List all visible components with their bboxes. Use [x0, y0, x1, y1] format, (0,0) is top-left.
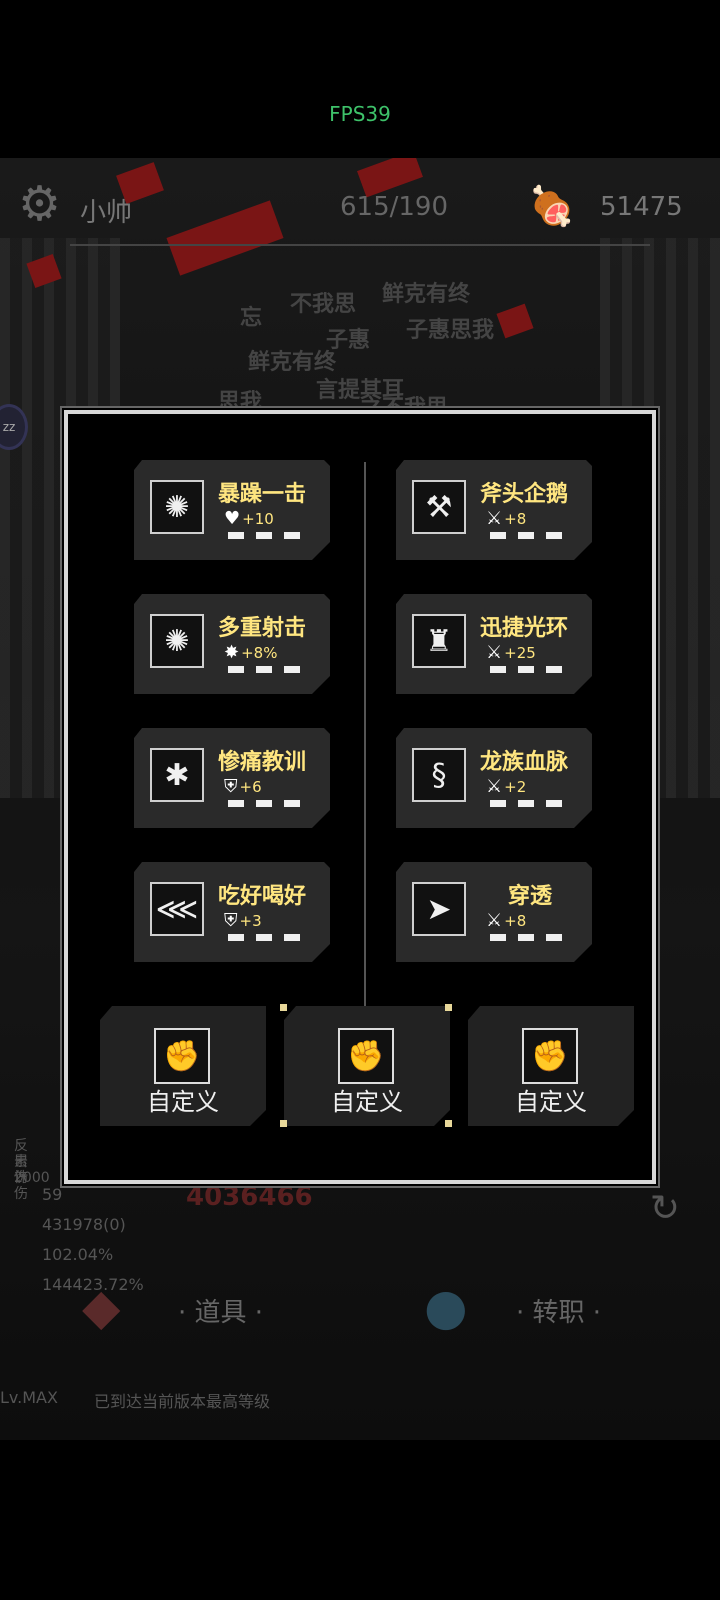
bear-icon: ●: [424, 1278, 468, 1336]
crystal-icon: ◆: [82, 1278, 121, 1336]
fist-icon: ✊: [154, 1028, 210, 1084]
float-text: 忘: [240, 306, 263, 331]
skill-card[interactable]: § 龙族血脉 ⚔ +2: [396, 728, 592, 828]
skill-name: 吃好喝好: [218, 884, 307, 909]
player-name: 小帅: [80, 198, 133, 228]
skill-bonus-value: +10: [242, 510, 274, 528]
skill-name: 龙族血脉: [480, 750, 569, 775]
skill-level-dashes: [228, 666, 300, 673]
level-message: 已到达当前版本最高等级: [94, 1392, 271, 1411]
skill-card[interactable]: ⚒ 斧头企鹅 ⚔ +8: [396, 460, 592, 560]
custom-slot-1[interactable]: ✊ 自定义: [100, 1006, 266, 1126]
skill-card[interactable]: ➤ 穿透 ⚔ +8: [396, 862, 592, 962]
skill-level-dashes: [490, 800, 562, 807]
skill-card[interactable]: ♜ 迅捷光环 ⚔ +25: [396, 594, 592, 694]
skill-bonus: ⛨ +6: [224, 776, 262, 797]
shield-icon: ⛨: [224, 776, 238, 797]
skill-dialog: ✺ 暴躁一击 ♥ +10 ✺ 多重射击 ✸ +8% ✱ 惨痛教训 ⛨ +6 ⋘ 吃好喝…: [64, 410, 656, 1184]
skill-name: 惨痛教训: [218, 750, 307, 775]
sword-icon: ⚔: [486, 776, 503, 797]
bottom-nav: ◆ · 道具 · ● · 转职 ·: [0, 1258, 720, 1368]
skill-card[interactable]: ✱ 惨痛教训 ⛨ +6: [134, 728, 330, 828]
fishbone-icon: ⋘: [150, 882, 204, 936]
top-hud: ⚙ 小帅 615/190 🍖 51475: [0, 158, 720, 258]
skill-bonus: ⚔ +8: [486, 508, 526, 529]
selection-corner: [280, 1004, 287, 1011]
red-block: [496, 303, 534, 339]
gear-icon[interactable]: ⚙: [18, 180, 61, 228]
burst-icon: ✺: [150, 614, 204, 668]
skill-bonus: ✸ +8%: [224, 642, 277, 663]
skill-name: 暴躁一击: [218, 482, 307, 507]
strongman-icon: ♜: [412, 614, 466, 668]
sword-icon: ⚔: [486, 508, 503, 529]
skill-bonus: ⚔ +2: [486, 776, 526, 797]
skill-bonus-value: +6: [239, 778, 262, 796]
skill-bonus-value: +2: [504, 778, 527, 796]
skill-bonus: ⛨ +3: [224, 910, 262, 931]
hud-divider: [70, 244, 650, 246]
custom-slot-3[interactable]: ✊ 自定义: [468, 1006, 634, 1126]
gold-counter: 51475: [600, 192, 683, 222]
meat-icon: 🍖: [528, 184, 576, 228]
hp-counter: 615/190: [340, 192, 449, 222]
skill-level-dashes: [228, 934, 300, 941]
float-text: 不我思: [290, 292, 357, 317]
fps-counter: FPS39: [329, 102, 391, 126]
dialog-divider: [364, 462, 366, 1007]
arrowhead-icon: ➤: [412, 882, 466, 936]
skill-card[interactable]: ✺ 暴躁一击 ♥ +10: [134, 460, 330, 560]
float-text: 鲜克有终: [382, 282, 471, 307]
burst-icon: ✺: [150, 480, 204, 534]
custom-slot-2[interactable]: ✊ 自定义: [284, 1006, 450, 1126]
selection-corner: [445, 1004, 452, 1011]
skill-name: 斧头企鹅: [480, 482, 569, 507]
skill-level-dashes: [490, 934, 562, 941]
skill-bonus: ♥ +10: [224, 508, 274, 529]
level-label: Lv.MAX: [0, 1388, 58, 1407]
selection-corner: [445, 1120, 452, 1127]
skill-bonus-value: +3: [239, 912, 262, 930]
skill-name: 穿透: [507, 884, 552, 909]
nav-job[interactable]: · 转职 ·: [516, 1292, 601, 1329]
nav-items[interactable]: · 道具 ·: [178, 1292, 263, 1329]
custom-slot-label: 自定义: [515, 1088, 587, 1116]
skill-bonus: ⚔ +25: [486, 642, 536, 663]
skill-level-dashes: [228, 800, 300, 807]
skill-level-dashes: [490, 532, 562, 539]
float-text: 子惠思我: [406, 318, 495, 343]
fist-icon: ✊: [522, 1028, 578, 1084]
crit-icon: ✸: [224, 642, 240, 663]
skill-level-dashes: [490, 666, 562, 673]
skill-card[interactable]: ✺ 多重射击 ✸ +8%: [134, 594, 330, 694]
stat-value: 59: [42, 1185, 63, 1204]
skill-bonus-value: +25: [504, 644, 536, 662]
damage-number: 4036466: [186, 1182, 313, 1212]
shatter-icon: ✱: [150, 748, 204, 802]
fist-icon: ✊: [338, 1028, 394, 1084]
skill-bonus-value: +8: [504, 912, 527, 930]
skill-bonus-value: +8: [504, 510, 527, 528]
sword-speed-icon: ⚔: [486, 642, 503, 663]
custom-slot-label: 自定义: [331, 1088, 403, 1116]
lizard-icon: §: [412, 748, 466, 802]
skill-level-dashes: [228, 532, 300, 539]
selection-corner: [280, 1120, 287, 1127]
skill-name: 迅捷光环: [480, 616, 569, 641]
shield-icon: ⛨: [224, 910, 238, 931]
skill-bonus-value: +8%: [241, 644, 278, 662]
axe-icon: ⚒: [412, 480, 466, 534]
custom-slot-label: 自定义: [147, 1088, 219, 1116]
stat-value: 431978(0): [42, 1215, 126, 1234]
skill-card[interactable]: ⋘ 吃好喝好 ⛨ +3: [134, 862, 330, 962]
heart-icon: ♥: [224, 508, 241, 529]
sword-speed-icon: ⚔: [486, 910, 503, 931]
skill-name: 多重射击: [218, 616, 307, 641]
skill-bonus: ⚔ +8: [486, 910, 526, 931]
refresh-icon[interactable]: ↻: [650, 1188, 680, 1229]
